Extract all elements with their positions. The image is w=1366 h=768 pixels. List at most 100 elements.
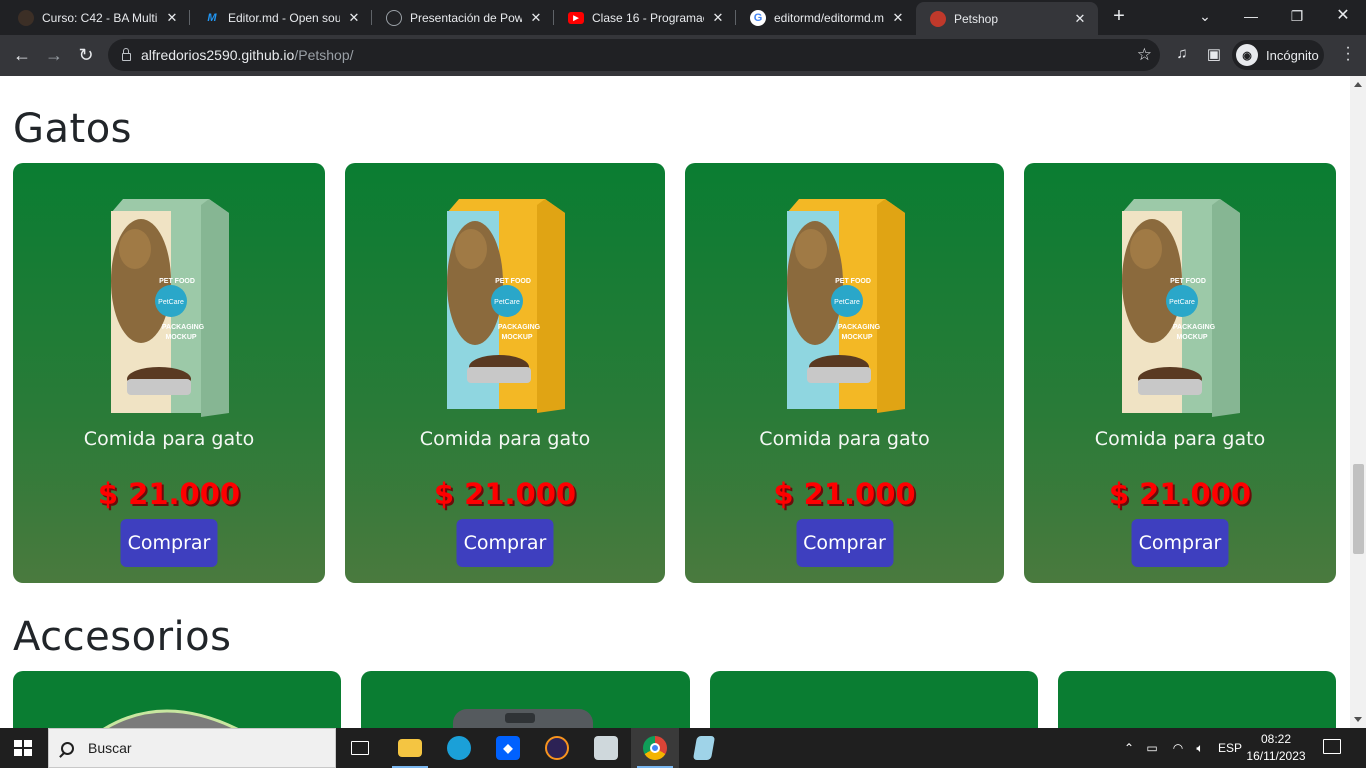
accessory-card [710,671,1038,728]
close-tab-icon[interactable]: ✕ [164,10,180,26]
photos-icon [594,736,618,760]
scroll-thumb[interactable] [1353,464,1364,554]
product-card: PetCare PET FOOD PACKAGING MOCKUP Comida… [13,163,325,583]
close-tab-icon[interactable]: ✕ [346,10,362,26]
notepad-button[interactable] [680,728,728,768]
reload-button[interactable]: ↻ [72,41,100,69]
forward-button[interactable]: → [40,41,68,69]
svg-text:MOCKUP: MOCKUP [1176,334,1207,341]
svg-text:PACKAGING: PACKAGING [162,324,205,331]
tab-editormd[interactable]: M Editor.md - Open sou ✕ [190,0,372,35]
close-tab-icon[interactable]: ✕ [710,10,726,26]
product-price: $ 21.000 [1108,477,1252,511]
address-bar[interactable]: alfredorios2590.github.io/Petshop/ ☆ [108,39,1160,71]
search-icon [61,741,74,755]
windows-start-icon[interactable] [14,740,32,756]
cat-food-bag-image: PetCare PET FOOD PACKAGING MOCKUP [1122,199,1240,417]
browser-tab-bar: Curso: C42 - BA Multi ✕ M Editor.md - Op… [0,0,1366,35]
section-title-accesorios: Accesorios [13,614,232,660]
tab-clase16[interactable]: ▶ Clase 16 - Programac ✕ [554,0,736,35]
page-scrollbar[interactable] [1350,76,1366,728]
task-view-button[interactable] [336,728,384,768]
accessory-bed-image [103,709,239,728]
bookmark-star-icon[interactable]: ☆ [1137,45,1152,65]
photos-button[interactable] [582,728,630,768]
editormd-icon: M [207,11,217,24]
minimize-button[interactable]: — [1228,0,1274,35]
cat-food-bag-image: PetCare PET FOOD PACKAGING MOCKUP [447,199,565,413]
svg-text:PACKAGING: PACKAGING [837,324,880,331]
tab-petshop[interactable]: Petshop ✕ [916,2,1098,35]
product-price: $ 21.000 [433,477,577,511]
svg-text:PET FOOD: PET FOOD [835,278,871,285]
product-card: PetCare PET FOOD PACKAGING MOCKUP Comida… [685,163,1004,583]
notepad-icon [692,736,716,760]
volume-icon[interactable]: 🔈︎ [1190,728,1210,768]
close-tab-icon[interactable]: ✕ [890,10,906,26]
buy-button[interactable]: Comprar [796,519,893,567]
dropbox-button[interactable]: ◆ [484,728,532,768]
dropbox-icon: ◆ [496,736,520,760]
section-title-gatos: Gatos [13,106,133,152]
google-icon: G [750,9,766,26]
close-tab-icon[interactable]: ✕ [1072,11,1088,27]
lock-icon[interactable] [122,48,131,61]
battery-icon[interactable]: ▭ [1142,728,1162,768]
svg-text:PET FOOD: PET FOOD [1170,278,1206,285]
buy-button[interactable]: Comprar [120,519,218,567]
svg-text:MOCKUP: MOCKUP [165,334,196,341]
eclipse-icon [545,736,569,760]
eclipse-button[interactable] [533,728,581,768]
buy-button[interactable]: Comprar [1131,519,1229,567]
buy-button[interactable]: Comprar [456,519,554,567]
task-view-icon [351,741,369,755]
scroll-down-arrow[interactable] [1354,717,1362,722]
browser-toolbar: ← → ↻ alfredorios2590.github.io/Petshop/… [0,35,1366,76]
cat-food-bag-image: PetCare PET FOOD PACKAGING MOCKUP [786,199,905,413]
product-name: Comida para gato [1094,428,1266,450]
svg-text:PetCare: PetCare [158,299,184,306]
chrome-button[interactable] [631,728,679,768]
windows-taskbar: Buscar ◆ ⌃ ▭ ◠ 🔈︎ ESP 08:22 16/11/2023 [0,728,1366,768]
edge-button[interactable] [435,728,483,768]
file-explorer-button[interactable] [386,728,434,768]
close-tab-icon[interactable]: ✕ [528,10,544,26]
tab-curso[interactable]: Curso: C42 - BA Multi ✕ [4,0,190,35]
tab-presentacion[interactable]: Presentación de Powe ✕ [372,0,554,35]
petshop-icon [930,10,946,27]
accessory-card [361,671,690,728]
product-name: Comida para gato [419,428,591,450]
file-explorer-icon [398,739,422,757]
restore-button[interactable]: ❐ [1274,0,1320,35]
tab-search-button[interactable]: ⌄ [1182,0,1228,35]
product-card: PetCare PET FOOD PACKAGING MOCKUP Comida… [1024,163,1336,583]
edge-icon [447,736,471,760]
close-window-button[interactable]: ✕ [1320,0,1366,35]
svg-text:PetCare: PetCare [1169,299,1195,306]
svg-text:PACKAGING: PACKAGING [498,324,541,331]
menu-icon[interactable]: · · · [1343,40,1353,68]
system-clock[interactable]: 08:22 16/11/2023 [1246,731,1306,765]
product-card: PetCare PET FOOD PACKAGING MOCKUP Comida… [345,163,665,583]
language-indicator[interactable]: ESP [1216,728,1244,768]
incognito-profile-button[interactable]: ◉ Incógnito [1232,40,1324,70]
svg-text:PetCare: PetCare [494,299,520,306]
incognito-icon: ◉ [1236,44,1258,66]
back-button[interactable]: ← [8,41,36,69]
svg-text:PET FOOD: PET FOOD [495,278,531,285]
show-hidden-icons-chevron-icon[interactable]: ⌃ [1120,728,1138,768]
taskbar-search-box[interactable]: Buscar [48,728,336,768]
side-panel-icon[interactable]: ▣ [1204,45,1224,63]
new-tab-button[interactable]: + [1108,5,1130,29]
svg-text:MOCKUP: MOCKUP [501,334,532,341]
media-control-icon[interactable]: ♫ [1172,45,1192,62]
product-name: Comida para gato [759,428,930,450]
accessory-card [1058,671,1336,728]
tab-editormd-github[interactable]: G editormd/editormd.m ✕ [736,0,916,35]
scroll-up-arrow[interactable] [1354,82,1362,87]
wifi-icon[interactable]: ◠ [1168,728,1188,768]
page-viewport: Gatos PetCare PET FOOD PACKAGING MOCKUP … [0,76,1350,728]
course-icon [18,9,34,26]
notification-center-icon[interactable] [1323,739,1341,754]
product-price: $ 21.000 [97,477,241,511]
